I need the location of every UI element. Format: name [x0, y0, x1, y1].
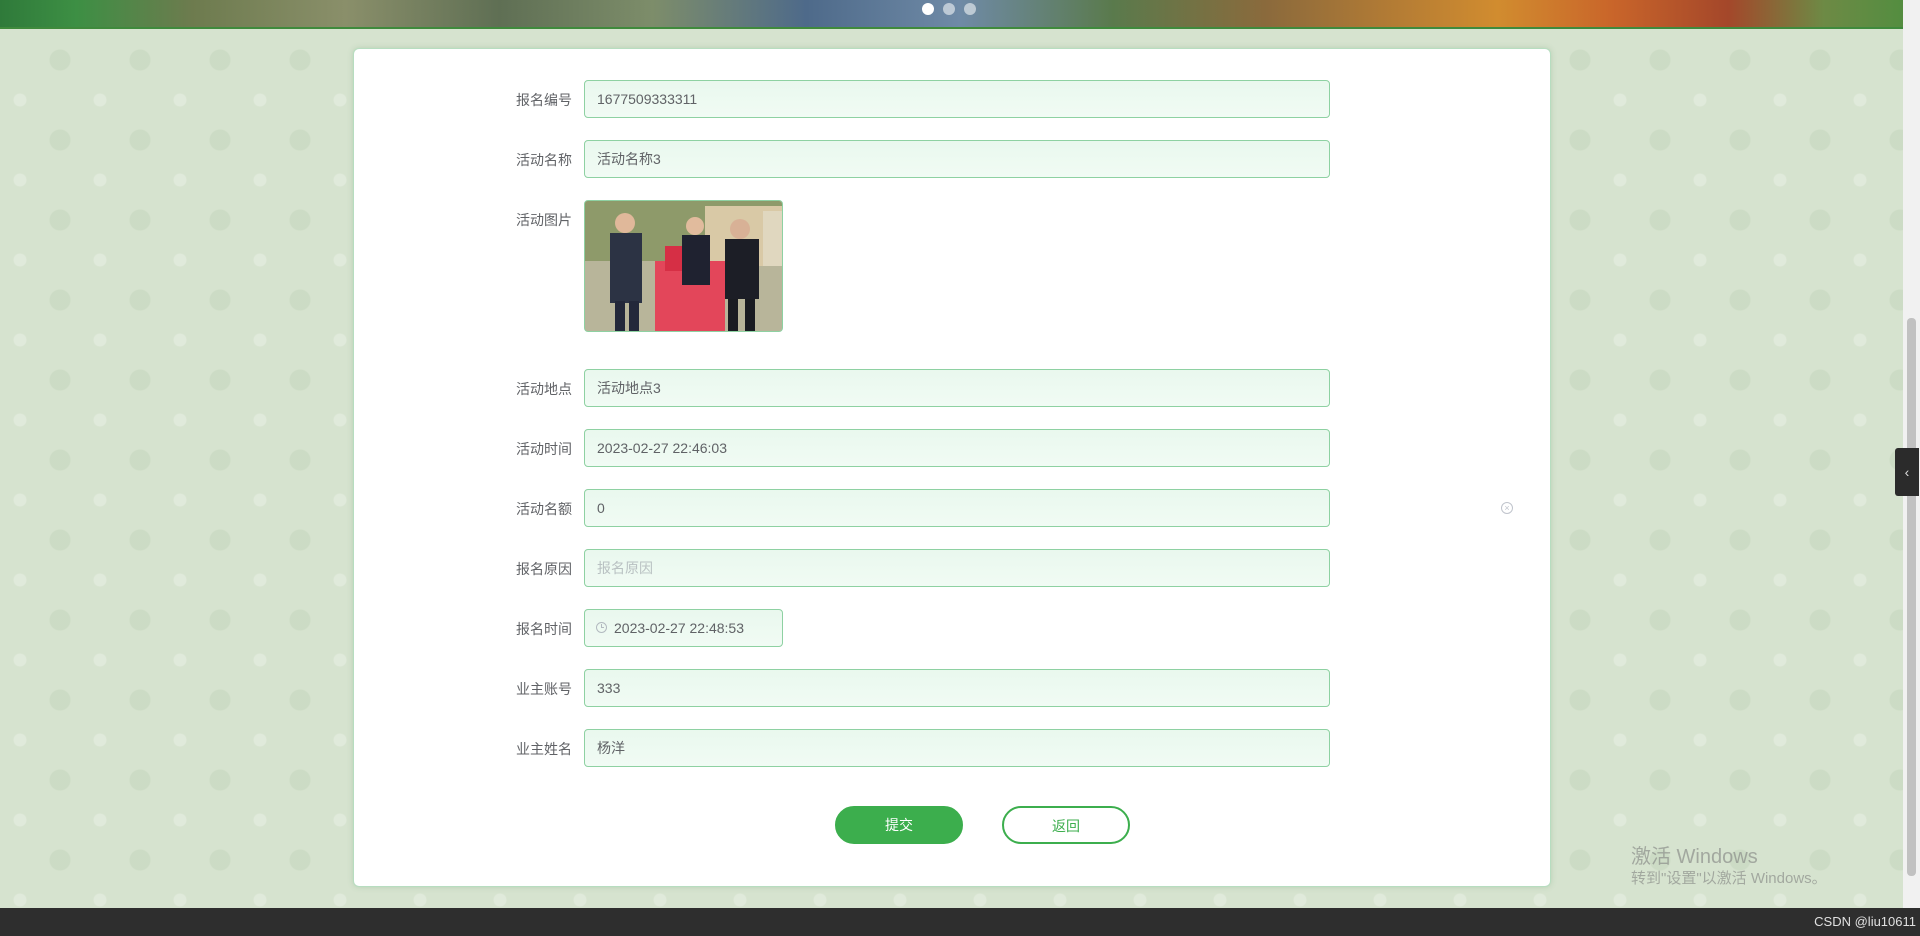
field-label: 活动图片	[516, 212, 572, 228]
field-row-activity-name: 活动名称	[354, 140, 1550, 180]
clear-icon[interactable]: ×	[1501, 502, 1513, 514]
field-row-activity-location: 活动地点	[354, 369, 1550, 409]
field-row-activity-time: 活动时间	[354, 429, 1550, 469]
back-button[interactable]: 返回	[1002, 806, 1130, 844]
field-label: 活动名称	[516, 152, 572, 168]
signup-id-input[interactable]	[584, 80, 1330, 118]
field-row-owner-account: 业主账号	[354, 669, 1550, 709]
footer-bar: CSDN @liu10611	[0, 908, 1920, 936]
activity-name-input[interactable]	[584, 140, 1330, 178]
owner-account-input[interactable]	[584, 669, 1330, 707]
field-label: 活动名额	[516, 501, 572, 517]
watermark-title: 激活 Windows	[1631, 846, 1758, 868]
field-label: 活动地点	[516, 381, 572, 397]
windows-activation-watermark: 激活 Windows 转到"设置"以激活 Windows。	[1631, 845, 1827, 889]
field-label: 报名原因	[516, 561, 572, 577]
activity-image[interactable]	[584, 200, 783, 332]
carousel-indicators	[922, 3, 976, 15]
carousel-dot-1[interactable]	[922, 3, 934, 15]
field-row-owner-name: 业主姓名	[354, 729, 1550, 769]
owner-name-input[interactable]	[584, 729, 1330, 767]
field-label: 报名编号	[516, 92, 572, 108]
field-row-signup-reason: 报名原因	[354, 549, 1550, 589]
footer-credit: CSDN @liu10611	[1814, 914, 1916, 929]
watermark-subtitle: 转到"设置"以激活 Windows。	[1631, 870, 1827, 887]
signup-time-picker[interactable]	[584, 609, 783, 647]
submit-button[interactable]: 提交	[835, 806, 963, 844]
clock-icon	[596, 622, 607, 633]
activity-time-input[interactable]	[584, 429, 1330, 467]
field-label: 业主账号	[516, 681, 572, 697]
field-label: 业主姓名	[516, 741, 572, 757]
field-label: 活动时间	[516, 441, 572, 457]
carousel-dot-2[interactable]	[943, 3, 955, 15]
activity-location-input[interactable]	[584, 369, 1330, 407]
form-card: 报名编号 活动名称 活动图片	[353, 48, 1551, 887]
field-label: 报名时间	[516, 621, 572, 637]
field-row-signup-id: 报名编号	[354, 80, 1550, 120]
carousel-dot-3[interactable]	[964, 3, 976, 15]
chevron-left-icon[interactable]: ‹	[1895, 448, 1919, 496]
activity-quota-input[interactable]	[584, 489, 1330, 527]
field-row-activity-image: 活动图片	[354, 200, 1550, 332]
scrollbar-thumb[interactable]	[1907, 318, 1916, 876]
top-banner	[0, 0, 1920, 29]
field-row-activity-quota: 活动名额 ×	[354, 489, 1550, 529]
signup-reason-input[interactable]	[584, 549, 1330, 587]
field-row-signup-time: 报名时间	[354, 609, 1550, 649]
